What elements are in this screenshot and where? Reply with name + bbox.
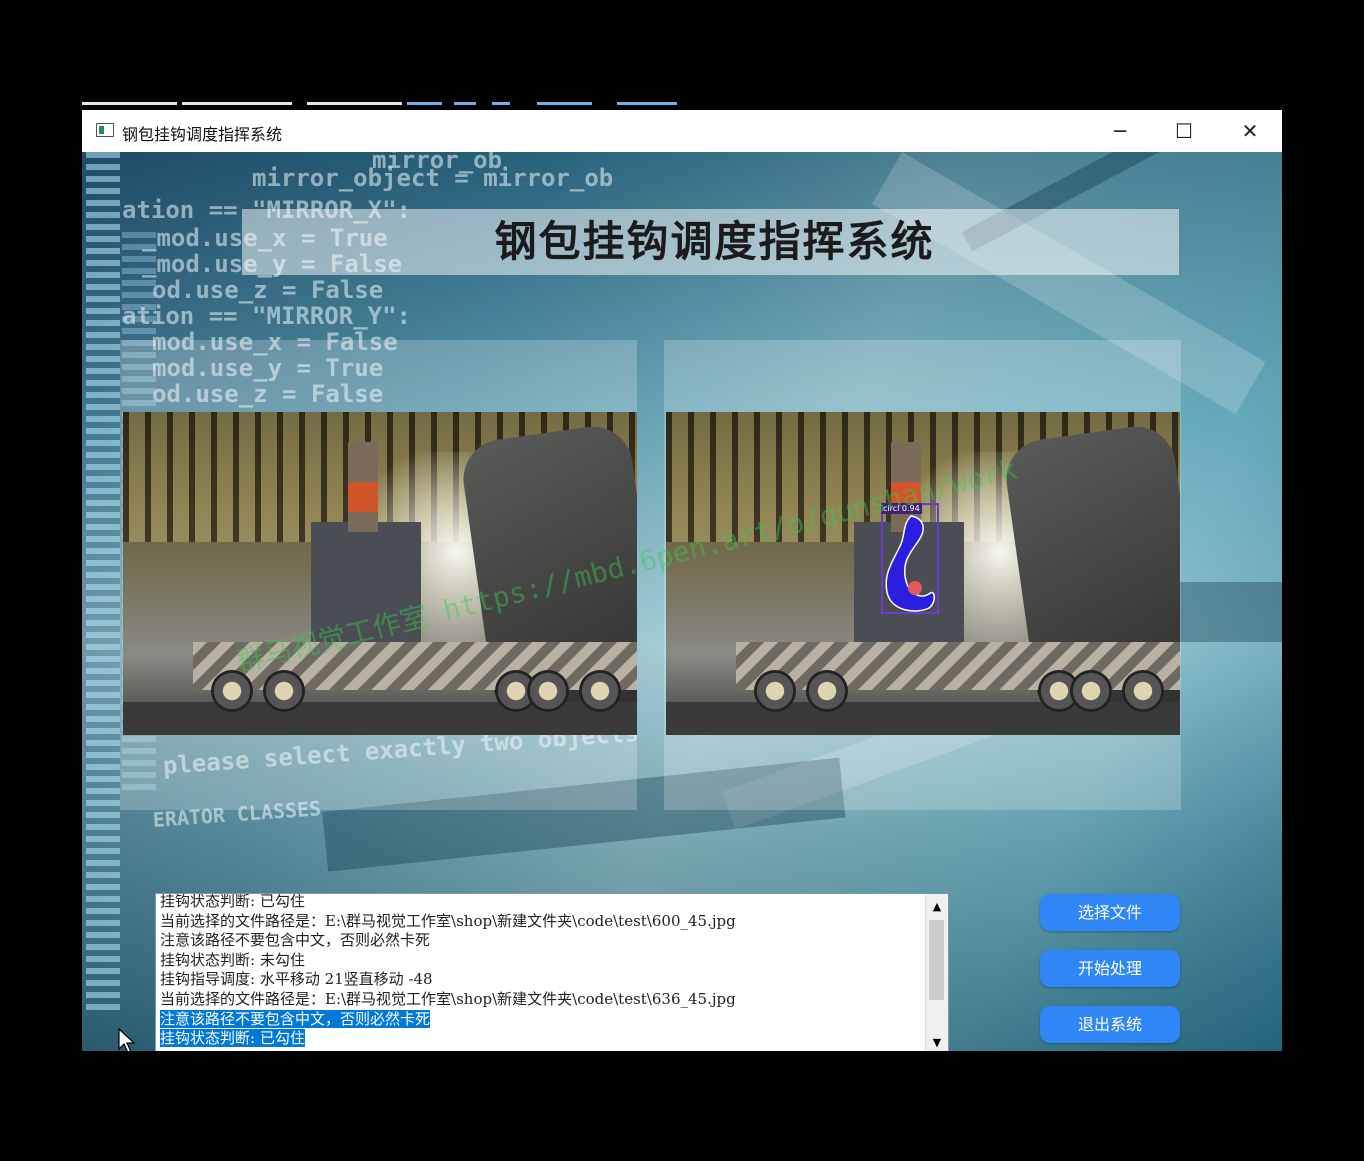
log-line: 当前选择的文件路径是：E:\群马视觉工作室\shop\新建文件夹\code\te… xyxy=(160,911,736,930)
scroll-up-arrow-icon[interactable]: ▲ xyxy=(926,896,948,916)
main-area: mirror_ob mirror_object = mirror_ob atio… xyxy=(82,152,1282,1051)
minimize-button[interactable]: ─ xyxy=(1088,110,1152,152)
mouse-cursor-icon xyxy=(118,1028,136,1051)
page-title: 钢包挂钩调度指挥系统 xyxy=(494,217,935,266)
start-process-button[interactable]: 开始处理 xyxy=(1040,950,1180,987)
log-line: 挂钩指导调度: 水平移动 21竖直移动 -48 xyxy=(160,970,433,989)
maximize-button[interactable]: ☐ xyxy=(1152,110,1216,152)
log-scrollbar[interactable]: ▲ ▼ xyxy=(925,894,948,1051)
background-window-strip xyxy=(82,98,682,110)
app-window: 钢包挂钩调度指挥系统 ─ ☐ ✕ mirror_ob mirror_object… xyxy=(82,110,1282,1051)
window-title: 钢包挂钩调度指挥系统 xyxy=(122,125,283,144)
log-output[interactable]: 挂钩状态判断: 已勾住 当前选择的文件路径是：E:\群马视觉工作室\shop\新… xyxy=(155,893,949,1051)
log-line-selected: 挂钩状态判断: 已勾住 xyxy=(160,1029,920,1049)
title-bar[interactable]: 钢包挂钩调度指挥系统 ─ ☐ ✕ xyxy=(82,110,1282,152)
log-line: 当前选择的文件路径是：E:\群马视觉工作室\shop\新建文件夹\code\te… xyxy=(160,989,736,1008)
scroll-down-arrow-icon[interactable]: ▼ xyxy=(926,1032,948,1051)
select-file-button[interactable]: 选择文件 xyxy=(1040,894,1180,931)
bg-code-line: ation == "MIRROR_Y": xyxy=(122,302,411,330)
bg-code-line: od.use_z = False xyxy=(152,276,384,304)
detection-box xyxy=(881,503,939,614)
log-line: 挂钩状态判断: 已勾住 xyxy=(160,893,305,910)
bg-code-line: mirror_object = mirror_ob xyxy=(252,164,614,192)
log-line: 注意该路径不要包含中文，否则必然卡死 xyxy=(160,931,431,950)
selected-text: 注意该路径不要包含中文，否则必然卡死 xyxy=(160,1009,431,1028)
log-line: 挂钩状态判断: 未勾住 xyxy=(160,950,305,969)
selected-text: 挂钩状态判断: 已勾住 xyxy=(160,1029,305,1048)
header-band: 钢包挂钩调度指挥系统 xyxy=(242,209,1179,275)
scroll-thumb[interactable] xyxy=(929,920,944,1000)
app-icon xyxy=(96,123,114,137)
exit-system-button[interactable]: 退出系统 xyxy=(1040,1006,1180,1043)
close-button[interactable]: ✕ xyxy=(1218,110,1282,152)
log-line-selected: 注意该路径不要包含中文，否则必然卡死 xyxy=(160,1009,920,1030)
